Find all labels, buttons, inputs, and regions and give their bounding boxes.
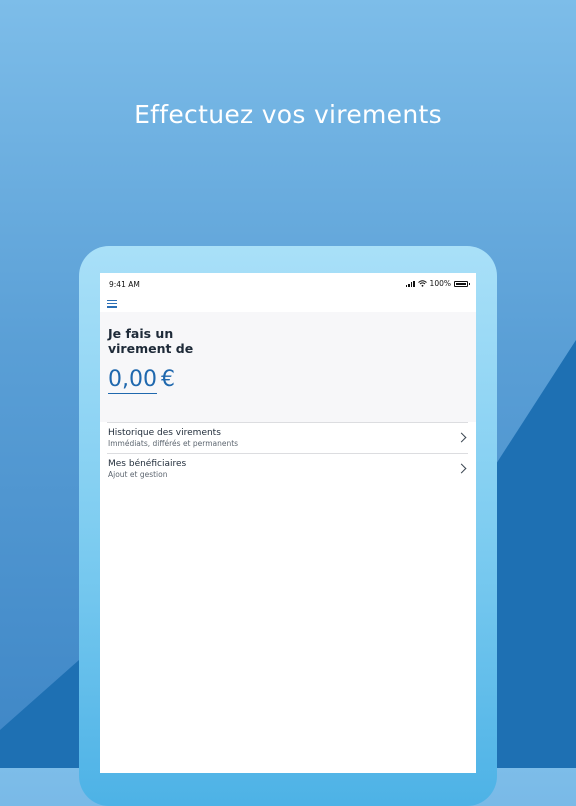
hamburger-menu-icon[interactable] xyxy=(107,300,117,308)
cellular-signal-icon xyxy=(405,280,415,287)
battery-icon xyxy=(454,280,470,287)
transfer-header: Je fais un virement de 0,00 € xyxy=(100,312,476,422)
battery-percentage: 100% xyxy=(429,279,451,288)
status-time: 9:41 AM xyxy=(109,280,140,289)
nav-bar xyxy=(100,295,476,312)
chevron-right-icon xyxy=(456,432,467,443)
transfer-menu-list: Historique des virements Immédiats, diff… xyxy=(100,422,476,484)
status-bar: 9:41 AM 100% xyxy=(100,273,476,295)
wifi-icon xyxy=(417,280,427,287)
list-item-historique[interactable]: Historique des virements Immédiats, diff… xyxy=(107,422,468,453)
list-item-subtitle: Immédiats, différés et permanents xyxy=(108,439,239,448)
page-headline: Effectuez vos virements xyxy=(134,100,442,129)
list-item-title: Historique des virements xyxy=(108,428,221,438)
amount-input[interactable]: 0,00 € xyxy=(108,367,175,394)
transfer-prompt: Je fais un virement de xyxy=(108,326,194,356)
chevron-right-icon xyxy=(456,463,467,474)
background-dark-shape-left xyxy=(0,660,79,768)
list-item-subtitle: Ajout et gestion xyxy=(108,470,168,479)
status-right: 100% xyxy=(405,279,470,288)
list-item-title: Mes bénéficiaires xyxy=(108,459,187,469)
amount-value[interactable]: 0,00 xyxy=(108,367,157,394)
list-item-beneficiaires[interactable]: Mes bénéficiaires Ajout et gestion xyxy=(107,453,468,484)
currency-symbol: € xyxy=(160,367,175,392)
app-screen: 9:41 AM 100% Je fais un virement de 0,00… xyxy=(100,273,476,773)
